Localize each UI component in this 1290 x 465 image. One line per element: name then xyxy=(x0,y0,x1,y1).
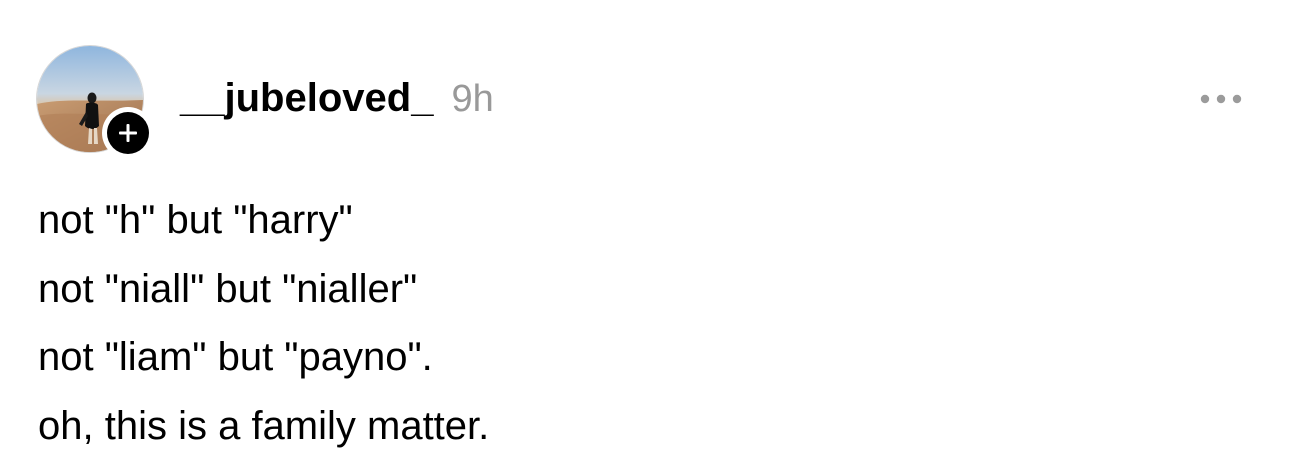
post-text: not "h" but "harry" not "niall" but "nia… xyxy=(38,186,1238,460)
post-timestamp: 9h xyxy=(451,78,494,120)
username[interactable]: __jubeloved_ xyxy=(180,76,433,121)
post-text-line: oh, this is a family matter. xyxy=(38,403,490,448)
post-text-line: not "niall" but "nialler" xyxy=(38,266,418,311)
post-text-line: not "h" but "harry" xyxy=(38,198,353,242)
post-text-line: not "liam" but "payno". xyxy=(38,335,433,379)
plus-icon xyxy=(119,124,137,142)
follow-button[interactable] xyxy=(102,107,154,159)
thread-post: __jubeloved_ 9h not "h" but "harry" not … xyxy=(0,0,1290,465)
more-options-button[interactable] xyxy=(1196,86,1246,112)
post-header: __jubeloved_ 9h xyxy=(180,76,494,128)
avatar-container xyxy=(36,45,154,159)
follow-badge-circle xyxy=(107,112,149,154)
more-horizontal-icon xyxy=(1200,94,1242,104)
